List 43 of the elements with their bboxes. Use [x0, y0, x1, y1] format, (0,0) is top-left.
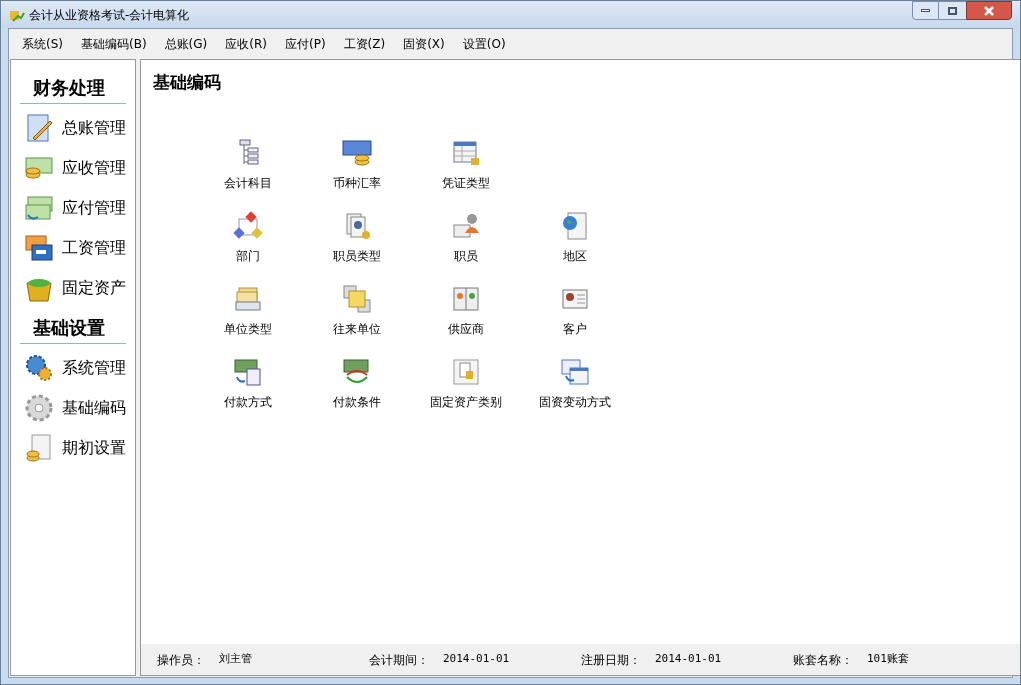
- module-tile[interactable]: 部门: [193, 210, 302, 265]
- module-tile[interactable]: 付款方式: [193, 356, 302, 411]
- status-value: 刘主管: [219, 650, 252, 667]
- status-label: 操作员：: [157, 651, 205, 669]
- module-tile[interactable]: 币种汇率: [302, 137, 411, 192]
- sidebar-item[interactable]: 应收管理: [20, 148, 126, 188]
- status-label: 注册日期：: [581, 651, 641, 669]
- sidebar-item[interactable]: 应付管理: [20, 188, 126, 228]
- module-tile[interactable]: 会计科目: [193, 137, 302, 192]
- status-label: 会计期间：: [369, 651, 429, 669]
- module-tile[interactable]: 固资变动方式: [520, 356, 629, 411]
- sidebar-item[interactable]: 系统管理: [20, 348, 126, 388]
- sidebar-item[interactable]: 总账管理: [20, 108, 126, 148]
- menu-item[interactable]: 固资(X): [396, 35, 452, 53]
- page-heading: 基础编码: [152, 71, 222, 94]
- menu-item[interactable]: 基础编码(B): [74, 35, 154, 53]
- status-label: 账套名称：: [793, 651, 853, 669]
- sidebar-item[interactable]: 固定资产: [20, 268, 126, 308]
- module-tile[interactable]: 客户: [520, 283, 629, 338]
- menu-item[interactable]: 应收(R): [218, 35, 274, 53]
- module-tile[interactable]: 付款条件: [302, 356, 411, 411]
- menu-item[interactable]: 系统(S): [15, 35, 70, 53]
- section-heading: 基础设置: [20, 314, 126, 344]
- section-heading: 财务处理: [20, 74, 126, 104]
- module-tile[interactable]: 往来单位: [302, 283, 411, 338]
- sidebar-item[interactable]: 期初设置: [20, 428, 126, 468]
- sidebar-item[interactable]: 基础编码: [20, 388, 126, 428]
- menu-item[interactable]: 工资(Z): [336, 35, 393, 53]
- status-value: 2014-01-01: [655, 650, 722, 667]
- module-tile[interactable]: 凭证类型: [411, 137, 520, 192]
- module-tile[interactable]: 地区: [520, 210, 629, 265]
- module-tile[interactable]: 固定资产类别: [411, 356, 520, 411]
- module-tile[interactable]: 职员: [411, 210, 520, 265]
- status-value: 2014-01-01: [443, 650, 510, 667]
- menu-item[interactable]: 应付(P): [277, 35, 333, 53]
- menu-item[interactable]: 总账(G): [157, 35, 215, 53]
- module-tile[interactable]: 单位类型: [193, 283, 302, 338]
- menu-item[interactable]: 设置(O): [455, 35, 513, 53]
- window-title: 会计从业资格考试-会计电算化: [29, 6, 191, 24]
- module-tile[interactable]: 供应商: [411, 283, 520, 338]
- status-value: 101账套: [867, 650, 909, 667]
- module-tile[interactable]: 职员类型: [302, 210, 411, 265]
- sidebar-item[interactable]: 工资管理: [20, 228, 126, 268]
